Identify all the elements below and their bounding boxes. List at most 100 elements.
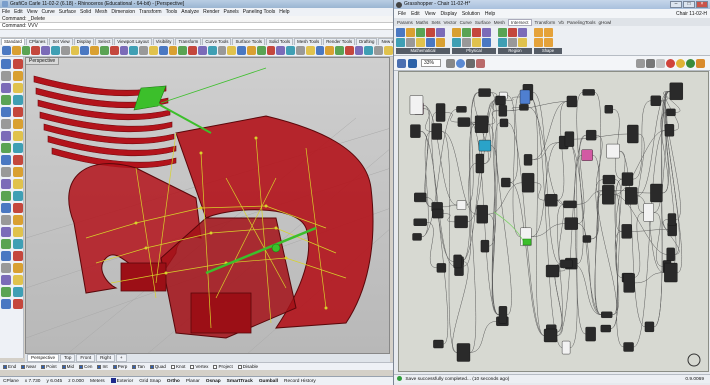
gh-wire[interactable] [576, 190, 605, 205]
tab-curve-tools[interactable]: Curve Tools [202, 38, 232, 45]
osnap-checkbox[interactable] [112, 364, 117, 369]
gh-component[interactable] [644, 321, 655, 333]
rhino-menu-solid[interactable]: Solid [80, 9, 91, 15]
toggle-record-history[interactable]: Record History [284, 379, 316, 384]
gh-menu-edit[interactable]: Edit [411, 11, 420, 17]
gh-wire[interactable] [443, 213, 455, 223]
rhino-toolbar-icon[interactable] [237, 46, 246, 55]
gh-menu-solution[interactable]: Solution [462, 11, 480, 17]
gh-menu-file[interactable]: File [398, 11, 406, 17]
gh-component-icon[interactable] [472, 28, 481, 37]
osnap-end[interactable]: End [3, 364, 16, 369]
gh-component[interactable] [478, 139, 492, 152]
rhino-toolbar-icon[interactable] [129, 46, 139, 55]
gh-component-icon[interactable] [452, 28, 461, 37]
gh-component[interactable] [412, 233, 422, 241]
osnap-knot[interactable]: Knot [170, 364, 185, 369]
gh-wire[interactable] [441, 131, 458, 353]
rhino-tool-icon[interactable] [13, 179, 23, 189]
rhino-tool-icon[interactable] [13, 215, 23, 225]
rhino-toolbar-icon[interactable] [286, 46, 295, 55]
gh-component[interactable] [498, 105, 508, 117]
gh-component[interactable] [564, 131, 575, 147]
rhino-toolbar-icon[interactable] [11, 46, 21, 55]
gh-wire[interactable] [576, 92, 584, 264]
rhino-menu-dimension[interactable]: Dimension [111, 9, 135, 15]
rhino-tool-icon[interactable] [13, 143, 23, 153]
viewport-tab-top[interactable]: Top [60, 354, 76, 362]
rhino-tool-icon[interactable] [1, 59, 11, 69]
osnap-mid[interactable]: Mid [61, 364, 74, 369]
viewport-tab-add[interactable]: + [115, 354, 127, 362]
osnap-quad[interactable]: Quad [149, 364, 166, 369]
gh-group-physical[interactable]: Physical [452, 48, 496, 54]
gh-component[interactable] [585, 326, 596, 342]
rhino-tool-icon[interactable] [13, 203, 23, 213]
rhino-menu-curve[interactable]: Curve [41, 9, 54, 15]
rhino-toolbar-icon[interactable] [325, 46, 335, 55]
rhino-toolbar-icon[interactable] [109, 46, 119, 55]
gh-component-icon[interactable] [482, 38, 491, 47]
rhino-tool-icon[interactable] [1, 179, 11, 189]
tab-transform[interactable]: Transform [175, 38, 202, 45]
tab-mesh-tools[interactable]: Mesh Tools [294, 38, 323, 45]
rhino-tool-icon[interactable] [13, 83, 23, 93]
tab-set-view[interactable]: Set View [49, 38, 73, 45]
rhino-tool-icon[interactable] [13, 95, 23, 105]
gh-component-icon[interactable] [462, 38, 471, 47]
viewport-label[interactable]: Perspective [26, 58, 60, 65]
gh-component[interactable] [432, 208, 444, 219]
gh-wire[interactable] [445, 112, 458, 123]
gh-component[interactable] [475, 153, 485, 174]
gh-wire[interactable] [612, 190, 624, 348]
rhino-toolbar-icon[interactable] [119, 46, 129, 55]
rhino-tool-icon[interactable] [1, 83, 11, 93]
gh-wire[interactable] [634, 272, 665, 284]
rhino-toolbar-icon[interactable] [344, 46, 354, 55]
tab-visibility[interactable]: Visibility [152, 38, 175, 45]
rhino-toolbar-icon[interactable] [148, 46, 158, 55]
wireframe-preview-icon[interactable] [636, 59, 645, 68]
gh-tab-curve[interactable]: Curve [460, 20, 472, 25]
gh-menu-display[interactable]: Display [440, 11, 456, 17]
rhino-toolbar-icon[interactable] [305, 46, 315, 55]
gh-component[interactable] [454, 215, 468, 229]
document-icon[interactable] [686, 59, 695, 68]
gh-component[interactable] [621, 172, 634, 186]
gh-component[interactable] [664, 262, 678, 283]
rhino-titlebar[interactable]: GrafiCo Carle 11-02-2 (6.18) - Rhinocero… [0, 0, 393, 8]
osnap-checkbox[interactable] [3, 364, 7, 369]
gh-component-icon[interactable] [518, 28, 527, 37]
zoom-extents-icon[interactable] [446, 59, 455, 68]
osnap-tan[interactable]: Tan [132, 364, 145, 369]
rhino-tool-icon[interactable] [1, 299, 11, 309]
rhino-tool-icon[interactable] [1, 155, 11, 165]
toggle-gumball[interactable]: Gumball [259, 379, 278, 384]
osnap-checkbox[interactable] [213, 364, 218, 369]
gh-wire[interactable] [507, 95, 521, 238]
rhino-toolbar-icon[interactable] [374, 46, 384, 55]
rhino-tool-icon[interactable] [1, 227, 11, 237]
gh-component[interactable] [476, 204, 488, 224]
gh-component-icon[interactable] [426, 28, 435, 37]
rhino-menu-file[interactable]: File [2, 9, 10, 15]
preview-mesh-icon[interactable] [676, 59, 685, 68]
gh-component-icon[interactable] [426, 38, 435, 47]
gh-component[interactable] [564, 217, 578, 230]
gh-tab-panelingtools[interactable]: PanelingTools [567, 20, 596, 25]
gh-component-icon[interactable] [396, 38, 405, 47]
gh-menu-help[interactable]: Help [485, 11, 495, 17]
tab-render-tools[interactable]: Render Tools [323, 38, 356, 45]
rhino-toolbar-icon[interactable] [2, 46, 11, 55]
gh-component-icon[interactable] [416, 28, 425, 37]
gh-component[interactable] [604, 105, 613, 114]
rhino-tool-icon[interactable] [1, 275, 11, 285]
tab-viewport-layout[interactable]: Viewport Layout [114, 38, 152, 45]
rhino-toolbar-icon[interactable] [21, 46, 31, 55]
toggle-grid-snap[interactable]: Grid Snap [139, 379, 161, 384]
rhino-toolbar-icon[interactable] [295, 46, 305, 55]
gh-component[interactable] [667, 213, 677, 226]
rhino-menu-panels[interactable]: Panels [224, 9, 239, 15]
gh-component-icon[interactable] [452, 38, 461, 47]
gh-wire[interactable] [469, 321, 497, 353]
